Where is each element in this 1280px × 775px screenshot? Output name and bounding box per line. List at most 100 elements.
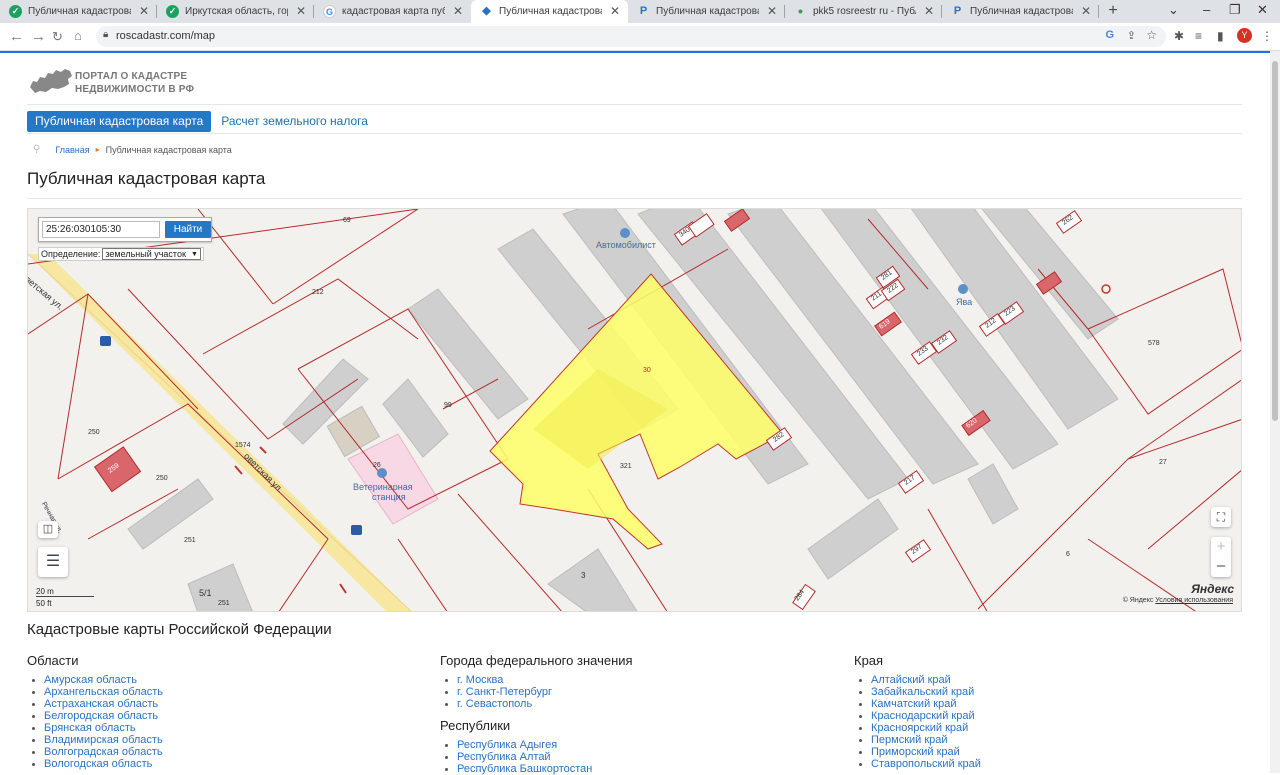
region-link[interactable]: г. Санкт-Петербург — [457, 686, 633, 698]
tab-title: Иркутская область, город Бра — [185, 6, 288, 17]
cadastral-search-panel: Найти — [38, 217, 212, 242]
poi-label-vet-station[interactable]: Ветеринарная станция — [353, 482, 413, 502]
p-icon: P — [953, 5, 962, 17]
region-link[interactable]: Амурская область — [44, 674, 163, 686]
bookmark-star-icon[interactable]: ☆ — [1146, 28, 1157, 42]
new-tab-button[interactable]: + — [1099, 0, 1127, 23]
parcel-label: 211 — [870, 290, 884, 303]
region-link[interactable]: Белгородская область — [44, 710, 163, 722]
tab-title: Публичная кадастровая карта — [499, 6, 602, 17]
forward-icon[interactable]: → — [31, 28, 46, 45]
lock-icon[interactable]: 🔒︎ — [103, 29, 108, 40]
search-button[interactable]: Найти — [165, 221, 211, 238]
region-link[interactable]: г. Москва — [457, 674, 633, 686]
region-link[interactable]: г. Севастополь — [457, 698, 633, 710]
close-tab-icon[interactable]: ✕ — [139, 4, 149, 18]
region-link[interactable]: Приморский край — [871, 746, 981, 758]
browser-tab[interactable]: ✓ Публичная кадастровая карта ✕ — [0, 0, 157, 23]
ruler-button[interactable]: ◫ — [38, 521, 58, 538]
location-pin-icon: ⚲ — [33, 144, 41, 155]
yandex-logo[interactable]: Яндекс — [1191, 582, 1234, 596]
close-tab-icon[interactable]: ✕ — [296, 4, 306, 18]
browser-tab[interactable]: P Публичная кадастровая карта ✕ — [942, 0, 1099, 23]
zoom-out-button[interactable]: – — [1211, 557, 1231, 577]
check-icon: ✓ — [9, 5, 22, 18]
krai-column: Края Алтайский крайЗабайкальский крайКам… — [854, 653, 981, 770]
logo-line-1[interactable]: ПОРТАЛ О КАДАСТРЕ — [75, 70, 194, 83]
region-link[interactable]: Республика Адыгея — [457, 739, 633, 751]
close-tab-icon[interactable]: ✕ — [610, 4, 620, 18]
share-icon[interactable]: ⇪ — [1127, 29, 1136, 42]
definition-select[interactable]: земельный участок ▼ — [102, 248, 201, 260]
region-link[interactable]: Владимирская область — [44, 734, 163, 746]
definition-label: Определение: — [41, 249, 101, 259]
reload-icon[interactable]: ↻ — [52, 29, 63, 45]
profile-avatar[interactable]: Y — [1237, 28, 1252, 43]
close-tab-icon[interactable]: ✕ — [767, 4, 777, 18]
nav-tab-cadastral-map[interactable]: Публичная кадастровая карта — [27, 111, 212, 132]
breadcrumb-home[interactable]: Главная — [55, 145, 89, 155]
poi-label-avtomobilist[interactable]: Автомобилист — [596, 240, 656, 250]
home-icon[interactable]: ⌂ — [74, 28, 82, 43]
region-link[interactable]: Забайкальский край — [871, 686, 981, 698]
terms-link[interactable]: Условия использования — [1155, 597, 1233, 604]
region-link[interactable]: Ставропольский край — [871, 758, 981, 770]
close-window-icon[interactable]: ✕ — [1257, 2, 1268, 18]
back-icon[interactable]: ← — [9, 28, 24, 45]
region-link[interactable]: Алтайский край — [871, 674, 981, 686]
nav-tab-land-tax[interactable]: Расчет земельного налога — [213, 111, 376, 132]
close-tab-icon[interactable]: ✕ — [1081, 4, 1091, 18]
map-attribution: © Яндекс Условия использования — [1123, 597, 1233, 604]
definition-selector: Определение: земельный участок ▼ — [38, 247, 204, 261]
scrollbar[interactable] — [1270, 51, 1280, 773]
tab-title: pkk5 rosreestr ru - Публична — [813, 6, 916, 17]
russia-map-logo-icon[interactable] — [28, 67, 74, 95]
map-pin-icon: ◆ — [482, 5, 491, 17]
url-text[interactable]: roscadastr.com/map — [116, 30, 215, 42]
minimize-icon[interactable]: – — [1203, 2, 1210, 17]
google-lens-icon[interactable]: G — [1105, 29, 1114, 41]
breadcrumb: ⚲ Главная ▸ Публичная кадастровая карта — [33, 144, 232, 155]
close-tab-icon[interactable]: ✕ — [924, 4, 934, 18]
browser-tab[interactable]: ◆ Публичная кадастровая карта ✕ — [471, 0, 628, 23]
address-bar[interactable]: 🔒︎ roscadastr.com/map G ⇪ ☆ — [96, 26, 1166, 47]
region-link[interactable]: Краснодарский край — [871, 710, 981, 722]
region-link[interactable]: Вологодская область — [44, 758, 163, 770]
cadastral-map[interactable]: 30 69 212 99 321 578 27 6 250 250 251 25… — [27, 208, 1242, 612]
zoom-in-button[interactable]: + — [1211, 537, 1231, 557]
region-link[interactable]: Республика Башкортостан — [457, 763, 633, 775]
reading-list-icon[interactable]: ≡ — [1195, 29, 1202, 43]
region-link[interactable]: Волгоградская область — [44, 746, 163, 758]
scale-feet: 50 ft — [36, 599, 52, 608]
region-link[interactable]: Брянская область — [44, 722, 163, 734]
fullscreen-button[interactable]: ⛶ — [1211, 507, 1231, 527]
region-link[interactable]: Пермский край — [871, 734, 981, 746]
attribution-copyright: © Яндекс — [1122, 597, 1154, 604]
restore-icon[interactable]: ❐ — [1229, 2, 1241, 18]
browser-tab[interactable]: Gкадастровая карта публичная ✕ — [314, 0, 471, 23]
region-link[interactable]: Республика Алтай — [457, 751, 633, 763]
region-link[interactable]: Астраханская область — [44, 698, 163, 710]
extensions-icon[interactable]: ✱ — [1174, 29, 1184, 43]
section-title: Кадастровые карты Российской Федерации — [27, 621, 332, 638]
cadastral-number-input[interactable] — [42, 221, 160, 238]
menu-icon[interactable]: ⋮ — [1261, 29, 1273, 43]
region-link[interactable]: Красноярский край — [871, 722, 981, 734]
scrollbar-thumb[interactable] — [1272, 61, 1278, 421]
browser-tab[interactable]: • pkk5 rosreestr ru - Публична ✕ — [785, 0, 942, 23]
tab-search-icon[interactable]: ⌄ — [1168, 2, 1179, 18]
region-link[interactable]: Архангельская область — [44, 686, 163, 698]
logo-text[interactable]: ПОРТАЛ О КАДАСТРЕ НЕДВИЖИМОСТИ В РФ — [75, 70, 194, 96]
poi-label-yava[interactable]: Ява — [956, 297, 972, 307]
building-number: 5/1 — [199, 588, 212, 598]
parcel-label: 69 — [343, 217, 351, 224]
layers-icon: ☰ — [45, 553, 61, 570]
browser-tab[interactable]: ✓ Иркутская область, город Бра ✕ — [157, 0, 314, 23]
chevron-down-icon: ▼ — [190, 251, 198, 258]
side-panel-icon[interactable]: ▮ — [1217, 29, 1224, 43]
logo-line-2[interactable]: НЕДВИЖИМОСТИ В РФ — [75, 83, 194, 96]
region-link[interactable]: Камчатский край — [871, 698, 981, 710]
layers-button[interactable]: ☰ — [38, 547, 68, 577]
close-tab-icon[interactable]: ✕ — [453, 4, 463, 18]
browser-tab[interactable]: P Публичная кадастровая карта ✕ — [628, 0, 785, 23]
